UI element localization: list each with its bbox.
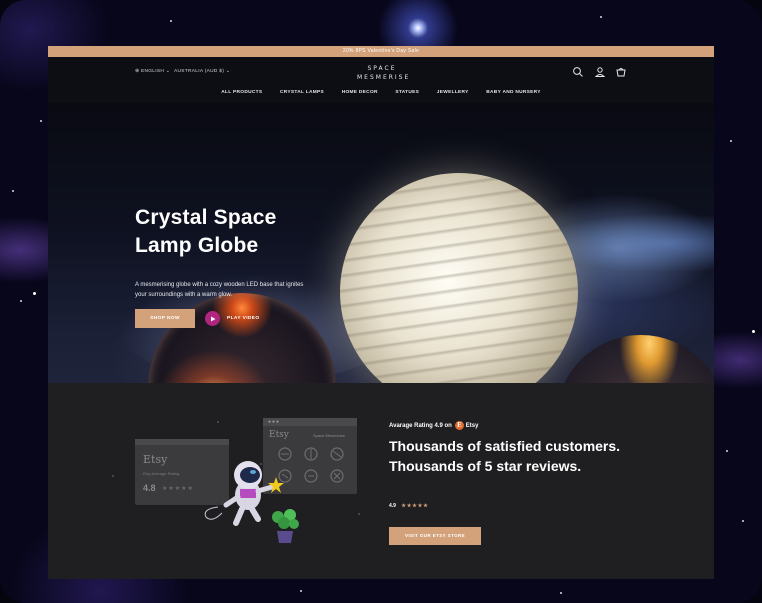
star <box>752 330 755 333</box>
etsy-logo-text: Etsy <box>143 453 168 466</box>
star <box>560 592 562 594</box>
language-selector[interactable]: ⊕ ENGLISH ⌄ <box>135 69 170 74</box>
nav-item-home-decor[interactable]: HOME DECOR <box>342 90 378 95</box>
star <box>112 475 114 477</box>
shop-name: Space Mesmerise <box>313 433 346 438</box>
card-caption: Etsy Average Rating <box>143 471 180 476</box>
nav-item-statues[interactable]: STATUES <box>395 90 419 95</box>
currency-selector[interactable]: AUSTRALIA (AUD $) ⌄ <box>174 69 230 74</box>
star <box>358 513 360 515</box>
star <box>170 20 172 22</box>
hero-title: Crystal Space Lamp Globe <box>135 204 335 260</box>
hero-banner: Crystal Space Lamp Globe A mesmerising g… <box>48 103 714 383</box>
site-logo[interactable]: SPACE MESMERISE <box>357 64 411 82</box>
hero-subtitle: A mesmerising globe with a cozy wooden L… <box>135 282 304 298</box>
star <box>20 300 22 302</box>
star <box>726 450 728 452</box>
website: 20% 8PS Valentine's Day Sale ⊕ ENGLISH ⌄… <box>48 46 714 579</box>
mini-rating-score: 4.9 <box>389 503 396 509</box>
main-nav: ALL PRODUCTS CRYSTAL LAMPS HOME DECOR ST… <box>48 90 714 95</box>
hero-title-line2: Lamp Globe <box>135 234 259 257</box>
etsy-icon: E <box>454 421 464 430</box>
account-icon[interactable] <box>594 66 606 78</box>
chevron-down-icon: ⌄ <box>225 69 231 74</box>
language-label: ⊕ ENGLISH <box>135 69 165 74</box>
card-score: 4.8 <box>143 483 156 493</box>
planet-globe-lamp <box>340 173 578 383</box>
shop-now-button[interactable]: SHOP NOW <box>135 309 195 328</box>
cart-icon[interactable] <box>615 66 627 78</box>
star <box>33 292 36 295</box>
etsy-label: Etsy <box>465 422 479 429</box>
logo-line2: MESMERISE <box>357 74 411 81</box>
mini-rating-stars: ★★★★★ <box>401 503 429 509</box>
etsy-logo-text: Etsy <box>269 430 289 440</box>
average-rating-text: Avarage Rating 4.9 on <box>389 422 452 429</box>
plant-illustration <box>272 509 299 543</box>
logo-line1: SPACE <box>367 65 397 72</box>
visit-etsy-store-button[interactable]: VISIT OUR ETSY STORE <box>389 527 481 545</box>
star <box>300 590 302 592</box>
star <box>600 16 602 18</box>
card-stars: ★★★★★ <box>162 486 194 492</box>
search-icon[interactable] <box>572 66 584 78</box>
reviews-section: Etsy Etsy Average Rating 4.8 ★★★★★ ●●● E… <box>48 383 714 579</box>
nav-item-all-products[interactable]: ALL PRODUCTS <box>221 90 262 95</box>
star <box>40 120 42 122</box>
play-video-label: PLAY VIDEO <box>227 316 260 321</box>
announcement-bar: 20% 8PS Valentine's Day Sale <box>48 46 714 57</box>
star <box>217 421 219 423</box>
nav-item-jewellery[interactable]: JEWELLERY <box>437 90 469 95</box>
play-icon <box>205 311 220 326</box>
crystal-ball-lamp-right <box>556 335 714 383</box>
star <box>742 520 744 522</box>
star <box>12 190 14 192</box>
mini-rating: 4.9 ★★★★★ <box>389 503 429 509</box>
site-header: ⊕ ENGLISH ⌄ AUSTRALIA (AUD $) ⌄ SPACE ME… <box>48 57 714 104</box>
star <box>730 140 732 142</box>
reviews-headline: Thousands of satisfied customers. Thousa… <box>389 438 621 474</box>
currency-label: AUSTRALIA (AUD $) <box>174 69 225 74</box>
average-rating: Avarage Rating 4.9 on E Etsy <box>389 421 478 430</box>
play-video-button[interactable]: PLAY VIDEO <box>205 311 260 326</box>
nav-item-baby-and-nursery[interactable]: BABY AND NURSERY <box>486 90 540 95</box>
hero-title-line1: Crystal Space <box>135 206 277 229</box>
chevron-down-icon: ⌄ <box>165 69 171 74</box>
device-frame: 20% 8PS Valentine's Day Sale ⊕ ENGLISH ⌄… <box>0 0 762 603</box>
nav-item-crystal-lamps[interactable]: CRYSTAL LAMPS <box>280 90 324 95</box>
